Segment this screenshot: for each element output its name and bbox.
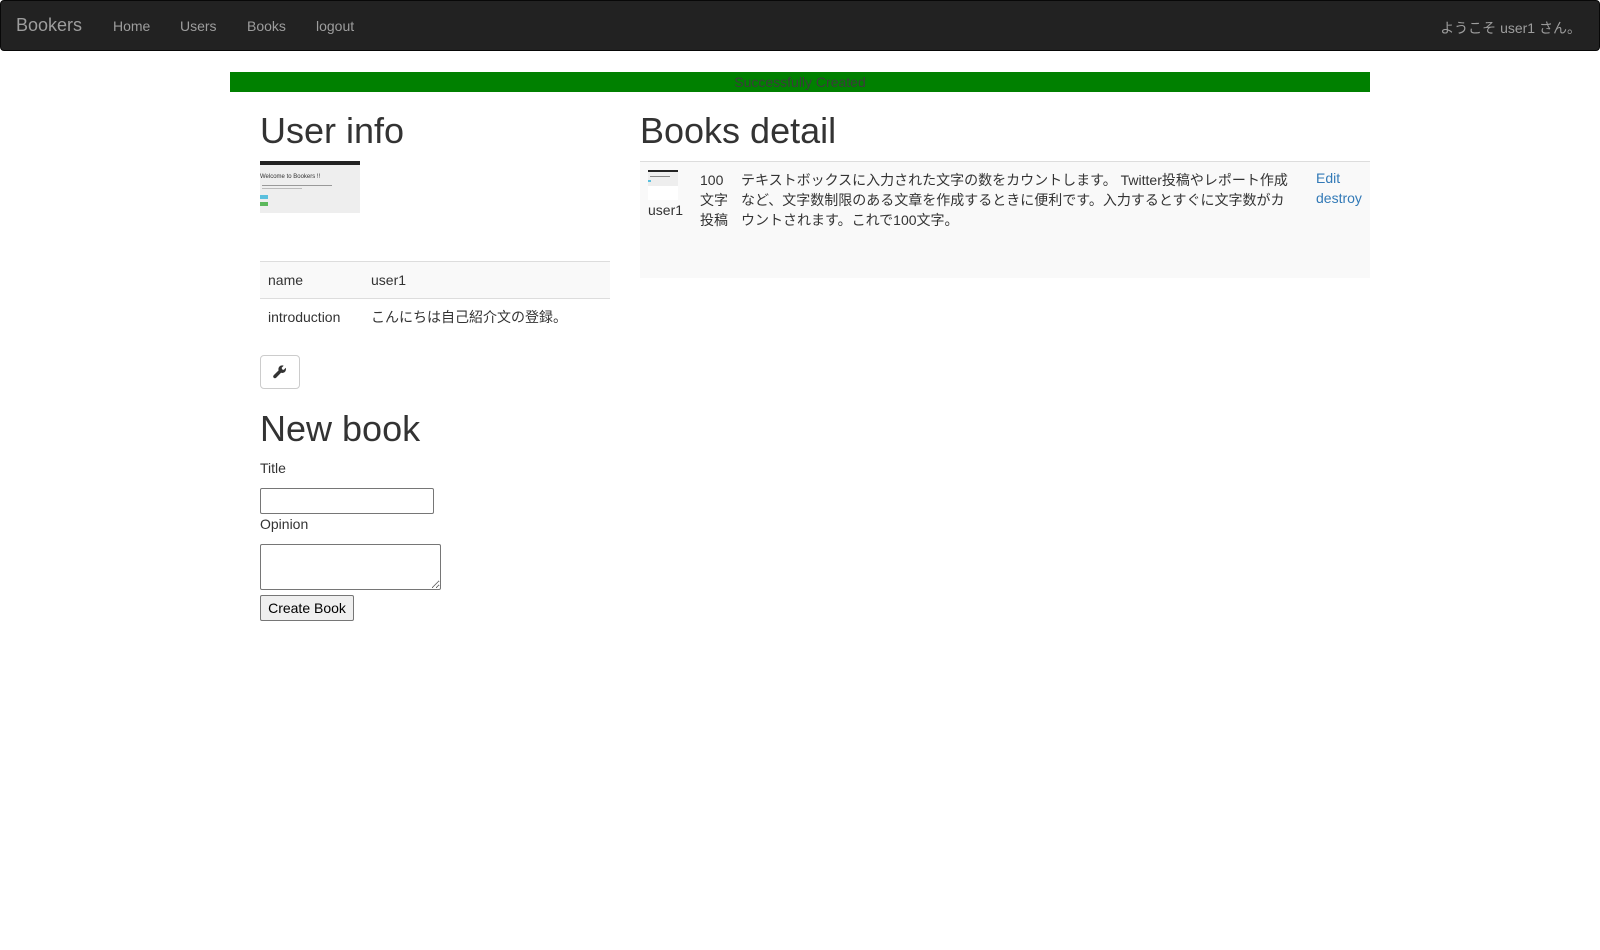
introduction-value: こんにちは自己紹介文の登録。 <box>371 309 567 326</box>
profile-image-text: Welcome to Bookers !! <box>260 174 321 180</box>
book-user-image[interactable] <box>648 170 678 200</box>
nav-logout[interactable]: logout <box>316 18 354 34</box>
nav-users[interactable]: Users <box>180 18 217 34</box>
create-book-button[interactable]: Create Book <box>260 595 354 621</box>
book-user-name: user1 <box>648 202 684 218</box>
flash-message: Successfully Created <box>230 72 1370 92</box>
title-label: Title <box>260 460 286 476</box>
title-input[interactable] <box>260 488 434 514</box>
book-body: テキストボックスに入力された文字の数をカウントします。 Twitter投稿やレポ… <box>741 172 1288 228</box>
nav-home[interactable]: Home <box>113 18 150 34</box>
welcome-message: ようこそ user1 さん。 <box>1440 20 1581 36</box>
new-book-heading: New book <box>260 408 421 449</box>
books-table: user1 100文字投稿 テキストボックスに入力された文字の数をカウントします… <box>640 161 1370 278</box>
brand-link[interactable]: Bookers <box>16 15 82 36</box>
book-title: 100文字投稿 <box>700 172 728 228</box>
opinion-textarea[interactable] <box>260 544 441 590</box>
table-row: name user1 <box>260 261 610 299</box>
wrench-icon <box>273 365 287 379</box>
user-info-heading: User info <box>260 110 405 151</box>
table-row: introduction こんにちは自己紹介文の登録。 <box>260 299 610 336</box>
profile-image: Welcome to Bookers !! <box>260 161 360 213</box>
destroy-book-link[interactable]: destroy <box>1316 190 1362 206</box>
nav-books[interactable]: Books <box>247 18 286 34</box>
name-label: name <box>260 261 363 299</box>
edit-book-link[interactable]: Edit <box>1316 170 1340 186</box>
edit-profile-button[interactable] <box>260 355 300 389</box>
name-value: user1 <box>363 261 610 299</box>
user-info-table: name user1 introduction こんにちは自己紹介文の登録。 <box>260 261 610 336</box>
navbar: Bookers Home Users Books logout ようこそ use… <box>0 0 1600 51</box>
introduction-label: introduction <box>268 309 341 326</box>
books-detail-heading: Books detail <box>640 110 837 151</box>
opinion-label: Opinion <box>260 516 309 532</box>
